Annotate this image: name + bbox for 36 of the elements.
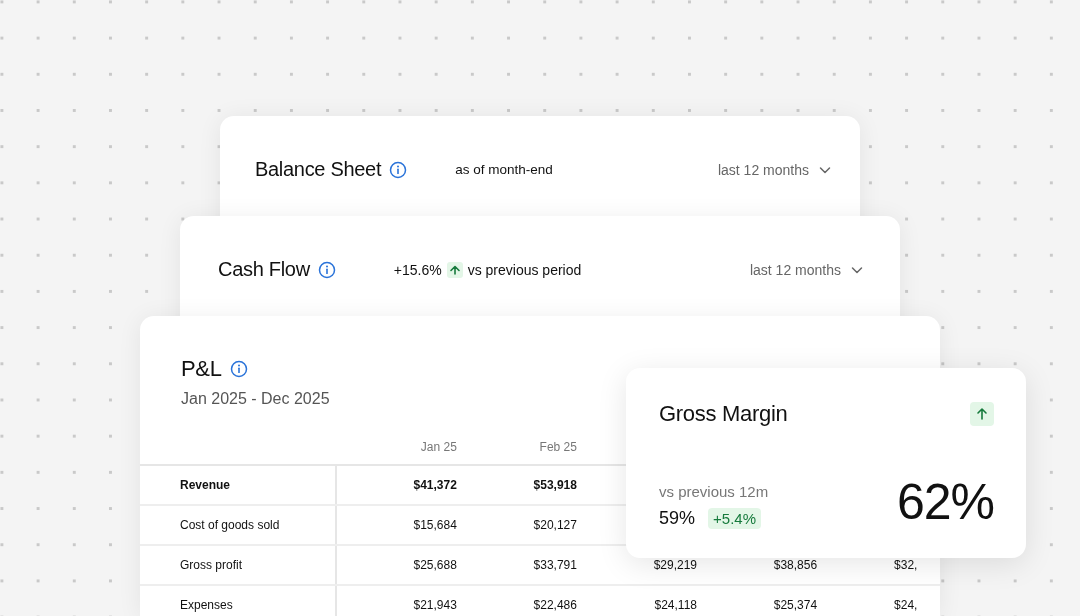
card-title: Cash Flow — [218, 258, 310, 281]
metric-value: 62% — [896, 477, 994, 527]
column-header: Feb 25 — [456, 430, 577, 465]
table-cell: $25,688 — [335, 545, 457, 585]
table-cell: $21,943 — [335, 585, 457, 616]
table-cell: $24, — [817, 585, 940, 616]
change-value: +15.6% — [393, 261, 442, 278]
table-cell: $15,684 — [335, 505, 457, 545]
table-cell: $22,486 — [456, 585, 577, 616]
date-range: Jan 2025 - Dec 2025 — [181, 390, 331, 408]
card-title: Balance Sheet — [255, 158, 382, 181]
change-badge: +5.4% — [708, 508, 761, 529]
card-note: as of month-end — [455, 162, 553, 177]
row-label: Gross profit — [140, 545, 336, 585]
comparison-caption: vs previous 12m — [659, 483, 769, 500]
table-cell: $25,374 — [697, 585, 818, 616]
arrow-up-icon — [970, 402, 994, 426]
table-cell: $33,791 — [456, 545, 577, 585]
info-icon — [317, 260, 336, 279]
change-note: vs previous period — [467, 261, 582, 278]
arrow-up-icon — [446, 261, 463, 278]
table-cell: $20,127 — [456, 505, 577, 545]
row-label: Expenses — [140, 585, 336, 616]
period-dropdown[interactable]: last 12 months — [717, 161, 832, 178]
table-cell: $41,372 — [335, 465, 457, 505]
previous-value: 59% — [659, 508, 696, 529]
row-label: Cost of goods sold — [140, 505, 336, 545]
info-icon — [229, 360, 248, 378]
card-title: P&L — [181, 356, 222, 382]
table-cell: $24,118 — [576, 585, 697, 616]
column-header: Jan 25 — [335, 430, 457, 465]
card-title: Gross Margin — [659, 401, 788, 427]
period-dropdown[interactable]: last 12 months — [749, 261, 864, 278]
info-icon — [389, 160, 408, 179]
table-cell: $53,918 — [456, 465, 577, 505]
row-label: Revenue — [140, 465, 336, 505]
